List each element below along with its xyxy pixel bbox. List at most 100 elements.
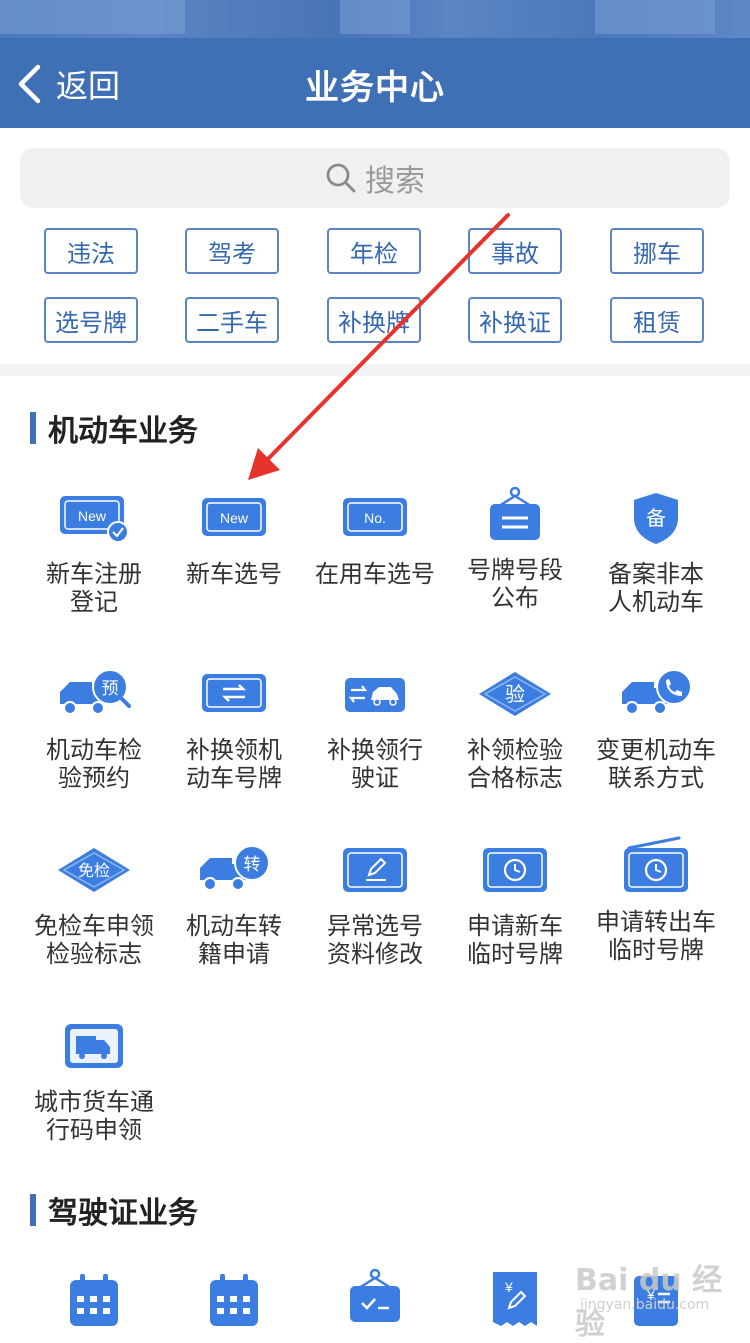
watermark-url: jingyan.baidu.com [580,1297,710,1313]
item-label: 行码申领 [46,1116,142,1144]
plate-exchange-icon [194,664,274,724]
truck-phone-icon [616,664,696,724]
search-input[interactable]: 搜索 [20,148,730,208]
item-new-car-temporary-plate[interactable]: 申请新车 临时号牌 [445,840,585,968]
item-plate-range-announcement[interactable]: 号牌号段 公布 [445,484,585,612]
item-label: 籍申请 [198,940,270,968]
item-record-non-owner-vehicle[interactable]: 备 备案非本 人机动车 [586,488,726,616]
item-label: 补换领机 [186,736,282,764]
item-vehicle-transfer-application[interactable]: 转 机动车转 籍申请 [164,840,304,968]
item-label: 公布 [491,584,539,612]
tag-replace-license[interactable]: 补换证 [468,297,562,343]
item-label: 城市货车通 [34,1088,154,1116]
item-in-use-select-number[interactable]: No. 在用车选号 [305,488,445,588]
item-label: 动车号牌 [186,764,282,792]
item-city-truck-pass[interactable]: 城市货车通 行码申领 [24,1016,164,1144]
license-section-title: 驾驶证业务 [30,1192,198,1231]
item-transfer-out-temporary-plate[interactable]: 申请转出车 临时号牌 [586,836,726,964]
truck-pass-icon [54,1016,134,1076]
license-item-1[interactable] [24,1270,164,1330]
tag-driving-test[interactable]: 驾考 [185,228,279,274]
tag-rental[interactable]: 租赁 [610,297,704,343]
item-reissue-inspection-mark[interactable]: 验 补领检验 合格标志 [445,664,585,792]
edit-plate-icon [335,840,415,900]
status-bar [0,0,750,38]
license-item-3[interactable] [305,1266,445,1326]
item-change-vehicle-contact[interactable]: 变更机动车 联系方式 [586,664,726,792]
item-label: 联系方式 [608,764,704,792]
tag-annual-inspection[interactable]: 年检 [327,228,421,274]
item-label: 临时号牌 [608,936,704,964]
svg-text:免检: 免检 [78,861,110,880]
shield-icon: 备 [616,488,696,548]
item-abnormal-number-data-edit[interactable]: 异常选号 资料修改 [305,840,445,968]
item-new-car-select-number[interactable]: New 新车选号 [164,488,304,588]
item-label: 免检车申领 [34,912,154,940]
svg-text:转: 转 [244,855,261,875]
new-plate-check-icon: New [54,488,134,548]
item-label: 机动车检 [46,736,142,764]
new-plate-icon: New [194,488,274,548]
tag-select-plate[interactable]: 选号牌 [44,297,138,343]
item-label: 人机动车 [608,588,704,616]
exempt-diamond-icon: 免检 [54,840,134,900]
item-replace-driving-permit[interactable]: 补换领行 驶证 [305,664,445,792]
svg-text:预: 预 [102,679,119,699]
tag-used-car[interactable]: 二手车 [185,297,279,343]
item-vehicle-inspection-appointment[interactable]: 预 机动车检 验预约 [24,664,164,792]
item-label: 新车注册 [46,560,142,588]
svg-text:¥: ¥ [504,1279,513,1295]
svg-text:验: 验 [505,682,525,706]
license-item-2[interactable] [164,1270,304,1330]
title-accent-bar [30,1194,36,1226]
section-divider [0,364,750,376]
item-label: 补换领行 [327,736,423,764]
item-label: 检验标志 [46,940,142,968]
tag-violation[interactable]: 违法 [44,228,138,274]
svg-text:备: 备 [646,506,666,530]
item-label: 驶证 [351,764,399,792]
hanging-sign-icon [475,484,555,544]
no-plate-icon: No. [335,488,415,548]
license-section-label: 驾驶证业务 [48,1196,198,1231]
svg-text:No.: No. [364,510,386,526]
search-area: 搜索 违法 驾考 年检 事故 挪车 选号牌 二手车 补换牌 补换证 租赁 [0,128,750,364]
item-label: 号牌号段 [467,556,563,584]
item-label: 变更机动车 [596,736,716,764]
item-label: 登记 [70,588,118,616]
car-exchange-icon [335,664,415,724]
calendar-icon [194,1270,274,1330]
svg-text:New: New [220,510,249,526]
hanging-check-sign-icon [335,1266,415,1326]
item-new-car-registration[interactable]: New 新车注册 登记 [24,488,164,616]
license-item-4[interactable]: ¥ [445,1270,585,1330]
receipt-edit-icon: ¥ [475,1270,555,1330]
inspection-diamond-icon: 验 [475,664,555,724]
item-label: 验预约 [58,764,130,792]
item-label: 备案非本 [608,560,704,588]
item-label: 机动车转 [186,912,282,940]
tag-accident[interactable]: 事故 [468,228,562,274]
clock-radio-plate-icon [616,836,696,896]
item-exempt-vehicle-inspection-mark[interactable]: 免检 免检车申领 检验标志 [24,840,164,968]
item-label: 异常选号 [327,912,423,940]
item-label: 新车选号 [186,560,282,588]
vehicle-section-title: 机动车业务 [30,410,198,449]
tag-replace-plate[interactable]: 补换牌 [327,297,421,343]
page-title: 业务中心 [305,68,445,108]
item-label: 资料修改 [327,940,423,968]
tag-move-car[interactable]: 挪车 [610,228,704,274]
search-placeholder: 搜索 [365,164,425,199]
item-label: 临时号牌 [467,940,563,968]
item-label: 申请新车 [467,912,563,940]
title-accent-bar [30,412,36,444]
truck-transfer-icon: 转 [194,840,274,900]
clock-plate-icon [475,840,555,900]
calendar-icon [54,1270,134,1330]
search-icon [326,163,356,193]
item-label: 补领检验 [467,736,563,764]
app-header: 返回 业务中心 [0,0,750,128]
item-label: 在用车选号 [315,560,435,588]
svg-text:New: New [78,508,107,524]
item-replace-vehicle-plate[interactable]: 补换领机 动车号牌 [164,664,304,792]
